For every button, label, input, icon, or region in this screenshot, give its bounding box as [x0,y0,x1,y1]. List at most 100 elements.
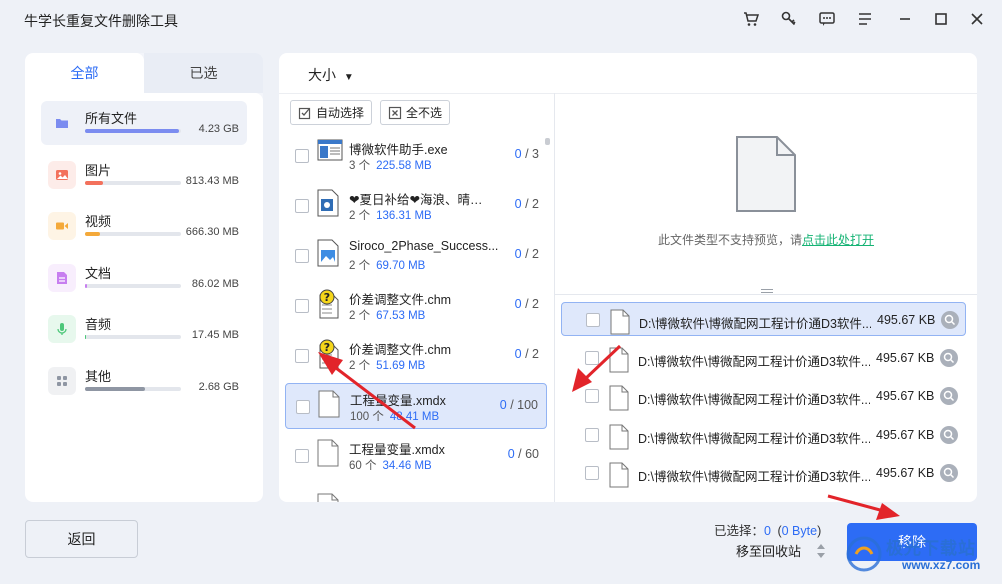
back-button[interactable]: 返回 [25,520,138,558]
category-name: 其他 [85,368,112,384]
sort-dropdown[interactable]: 大小 ▼ [308,65,354,85]
file-group-row[interactable]: ❤夏日补给❤海浪、晴… 2 个 136.31 MB 0 / 2 [285,183,547,229]
duplicate-size: 495.67 KB [876,427,935,442]
file-size: 136.31 MB [376,210,432,222]
preview-area: 此文件类型不支持预览，请点击此处打开 [555,93,977,293]
deselect-all-button[interactable]: 全不选 [380,100,451,125]
file-group-checkbox[interactable] [296,400,310,414]
file-size: 225.58 MB [376,160,432,172]
blank-file-icon [317,493,341,502]
file-count: 2 个 [349,260,371,272]
selected-label: 已选择： [714,524,765,538]
file-meta: 2 个 136.31 MB [349,207,432,223]
locate-icon[interactable] [941,311,959,329]
category-usage-bar [85,180,181,185]
category-item[interactable]: 文档 86.02 MB [41,256,247,300]
duplicate-row[interactable]: D:\博微软件\博微配网工程计价通D3软件... 495.67 KB [561,379,966,413]
updown-arrow-icon[interactable] [816,542,826,560]
locate-icon[interactable] [940,387,958,405]
file-group-row[interactable]: 工程量变量.xmdx 100 个 48.41 MB 0 / 100 [285,383,547,429]
locate-icon[interactable] [940,464,958,482]
document-icon [48,263,76,292]
tab-all[interactable]: 全部 [25,53,144,93]
selected-number: 0 [507,447,515,461]
category-item[interactable]: 所有文件 4.23 GB [41,101,247,145]
total-number: 3 [532,147,539,161]
menu-icon[interactable] [854,8,876,30]
feedback-icon[interactable] [816,8,838,30]
file-group-row[interactable]: 工程量变量.xmdx 60 个 34.46 MB 0 / 60 [285,433,547,479]
duplicate-size: 495.67 KB [876,466,935,480]
category-size: 86.02 MB [191,277,239,290]
file-group-checkbox[interactable] [295,249,309,263]
file-group-row[interactable]: Siroco_2Phase_Success.... 2 个 69.70 MB 0 / … [285,233,547,279]
file-size: 34.46 MB [382,460,432,472]
minimize-icon[interactable] [894,8,916,30]
key-icon[interactable] [778,8,800,30]
file-group-checkbox[interactable] [295,349,309,363]
file-count: 2 个 [349,310,371,322]
duplicate-row[interactable]: D:\博微软件\博微配网工程计价通D3软件... 495.67 KB [561,302,966,336]
selected-number: 0 [514,147,522,161]
duplicate-checkbox[interactable] [585,466,599,480]
duplicate-checkbox[interactable] [585,350,599,365]
category-item[interactable]: 音频 17.45 MB [41,307,247,351]
tab-selected[interactable]: 已选 [144,53,263,93]
selection-count: 0 / 100 [499,398,538,412]
selection-count: 0 / 2 [514,297,539,311]
title-bar: 牛学长重复文件删除工具 [0,0,1002,38]
file-count: 3 个 [349,160,371,172]
duplicate-size: 495.67 KB [876,350,935,365]
locate-icon[interactable] [940,348,958,367]
image-icon [48,160,76,189]
deselect-icon [388,106,402,119]
duplicate-row[interactable]: D:\博微软件\博微配网工程计价通D3软件... 495.67 KB [561,456,966,490]
watermark: 极光下载站 www.xz7.com [842,526,1002,584]
locate-icon[interactable] [940,425,958,444]
duplicate-checkbox[interactable] [586,313,600,327]
duplicate-row[interactable]: D:\博微软件\博微配网工程计价通D3软件... 495.67 KB [561,418,966,452]
duplicate-path: D:\博微软件\博微配网工程计价通D3软件... [638,393,870,407]
folder-icon [48,109,76,137]
duplicate-row[interactable]: D:\博微软件\博微配网工程计价通D3软件... 495.67 KB [561,341,966,375]
category-tabs: 全部 已选 [25,53,263,93]
file-group-checkbox[interactable] [295,449,309,463]
watermark-url: www.xz7.com [902,558,981,572]
file-group-checkbox[interactable] [295,149,309,163]
close-icon[interactable] [966,8,988,30]
category-item[interactable]: 其他 2.68 GB [41,359,247,403]
category-panel: 全部 已选 所有文件 4.23 GB 图片 813.43 MB 视频 666.30 MB 文… [25,53,263,502]
selected-number: 0 [514,297,522,311]
svg-text:?: ? [324,341,330,354]
category-usage-fill [85,386,146,391]
chm-file-icon: ? [317,339,341,370]
category-size: 17.45 MB [191,329,239,341]
file-group-checkbox[interactable] [295,299,309,313]
file-size: 51.69 MB [376,360,426,372]
category-item[interactable]: 视频 666.30 MB [41,204,247,248]
duplicate-checkbox[interactable] [585,427,599,442]
selected-summary: 已选择：0 (0 Byte) [714,524,822,538]
file-group-row-partial [285,483,547,502]
svg-text:?: ? [324,291,330,304]
auto-select-button[interactable]: 自动选择 [290,100,373,125]
file-count: 2 个 [349,360,371,372]
file-group-row[interactable]: ? 价差调整文件.chm 2 个 51.69 MB 0 / 2 [285,333,547,379]
blank-file-icon [318,390,342,421]
category-usage-fill [85,335,86,339]
maximize-icon[interactable] [930,8,952,30]
open-file-link[interactable]: 点击此处打开 [802,233,874,247]
duplicate-path: D:\博微软件\博微配网工程计价通D3软件... [639,317,871,331]
file-list-scrollbar[interactable] [545,138,550,145]
file-group-row[interactable]: 博微软件助手.exe 3 个 225.58 MB 0 / 3 [285,133,547,179]
file-group-row[interactable]: ? 价差调整文件.chm 2 个 67.53 MB 0 / 2 [285,283,547,329]
media-file-icon [317,189,341,220]
duplicate-checkbox[interactable] [585,389,599,403]
file-group-checkbox[interactable] [295,199,309,213]
image-file-icon [317,239,341,270]
recycle-option[interactable]: 移至回收站 [736,541,801,560]
resize-grip-icon[interactable] [761,289,773,295]
blank-file-icon [609,462,629,488]
category-item[interactable]: 图片 813.43 MB [41,153,247,197]
cart-icon[interactable] [740,8,762,30]
